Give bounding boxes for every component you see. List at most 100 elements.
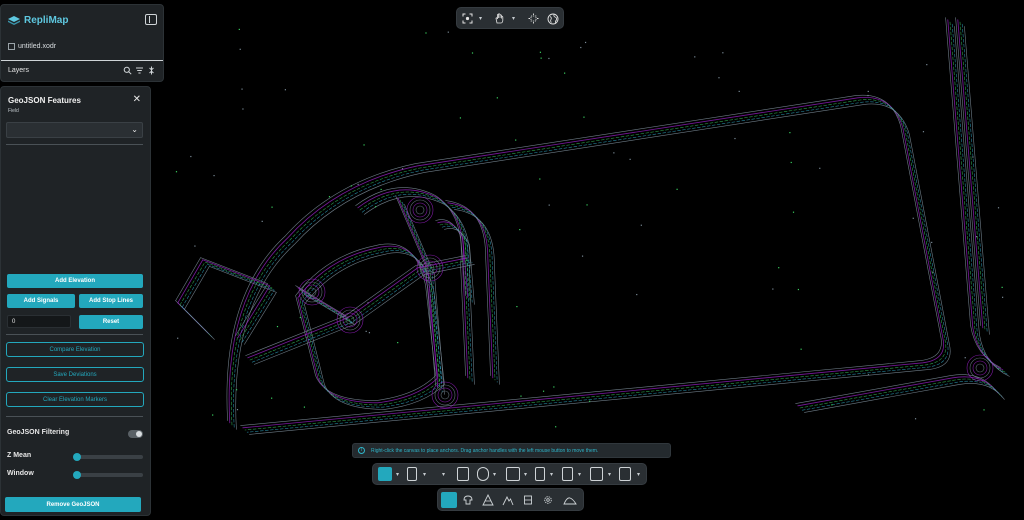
globe-icon[interactable] — [547, 13, 559, 25]
file-name: untitled.xodr — [18, 43, 57, 50]
road-group — [955, 17, 981, 326]
collapse-all-icon[interactable] — [147, 66, 156, 75]
road-lane-line — [357, 189, 469, 379]
chevron-down-icon[interactable]: ▾ — [396, 471, 399, 478]
road-lane-line — [233, 101, 949, 433]
collapse-sidebar-icon[interactable] — [145, 14, 157, 25]
road-lane-line — [235, 103, 951, 435]
road-group — [357, 189, 469, 379]
point-marker — [496, 97, 498, 99]
road-mark-icon[interactable] — [619, 467, 631, 481]
compare-elevation-button[interactable]: Compare Elevation — [6, 342, 144, 357]
info-banner-text: Right-click the canvas to place anchors.… — [371, 447, 599, 454]
point-marker — [539, 178, 541, 180]
point-marker — [629, 158, 631, 160]
pan-hand-icon[interactable] — [494, 13, 505, 24]
chevron-down-icon[interactable]: ▾ — [479, 15, 482, 22]
brand: RepliMap — [8, 15, 68, 26]
save-deviations-button[interactable]: Save Deviations — [6, 367, 144, 382]
geojson-filtering-toggle[interactable] — [128, 430, 143, 438]
add-elevation-button[interactable]: Add Elevation — [7, 274, 143, 288]
field-select[interactable]: ⌄ — [6, 122, 143, 138]
add-stop-lines-button[interactable]: Add Stop Lines — [79, 294, 143, 308]
junction-marker — [412, 202, 428, 218]
point-marker — [539, 51, 542, 53]
clear-elevation-markers-button[interactable]: Clear Elevation Markers — [6, 392, 144, 407]
z-mean-slider[interactable] — [73, 453, 143, 461]
focus-icon[interactable] — [462, 13, 473, 24]
road-group — [961, 23, 988, 333]
point-marker — [459, 117, 462, 119]
replimap-logo-icon — [8, 15, 20, 25]
point-marker — [867, 374, 870, 376]
reset-button[interactable]: Reset — [79, 315, 143, 329]
road-lane-line — [184, 309, 215, 340]
road-lane-line — [247, 317, 349, 359]
divider — [6, 416, 143, 417]
window-slider[interactable] — [73, 471, 143, 479]
point-marker — [239, 48, 241, 50]
offset-input[interactable]: 0 — [7, 315, 71, 328]
fit-extent-icon[interactable] — [528, 13, 539, 24]
road-lane-line — [297, 257, 469, 319]
window-slider-thumb[interactable] — [73, 471, 81, 479]
lane-width-icon[interactable] — [506, 467, 520, 481]
road-group — [245, 315, 346, 356]
road-mode-icon[interactable] — [441, 492, 457, 508]
road-group — [235, 103, 951, 435]
point-marker — [368, 332, 371, 334]
view-toolbar: ▾ ▾ — [456, 7, 564, 29]
chevron-down-icon[interactable]: ▾ — [578, 471, 581, 478]
lane-offset-icon[interactable] — [590, 467, 603, 481]
chevron-down-icon[interactable]: ▾ — [493, 471, 496, 478]
road-lane-line — [454, 209, 500, 385]
file-row[interactable]: untitled.xodr — [8, 43, 56, 50]
geojson-features-panel: GeoJSON Features ✕ Field ⌄ Add Elevation… — [0, 86, 151, 516]
chevron-down-icon[interactable]: ▾ — [637, 471, 640, 478]
point-marker — [271, 397, 273, 399]
filter-icon[interactable] — [135, 66, 144, 75]
chevron-down-icon[interactable]: ▾ — [524, 471, 527, 478]
road-lane-line — [355, 187, 466, 376]
chevron-down-icon[interactable]: ▾ — [512, 15, 515, 22]
road-lane-line — [231, 99, 947, 431]
road-group — [181, 263, 275, 343]
lane-edit-icon[interactable] — [477, 467, 489, 481]
field-label: Field — [8, 108, 19, 114]
connection-icon[interactable] — [562, 467, 573, 481]
z-mean-slider-thumb[interactable] — [73, 453, 81, 461]
road-split-icon[interactable] — [457, 467, 469, 481]
point-marker — [447, 31, 449, 33]
search-icon[interactable] — [123, 66, 132, 75]
app-name: RepliMap — [24, 15, 69, 26]
signal-mode-icon[interactable] — [522, 494, 534, 506]
chevron-down-icon[interactable]: ▾ — [423, 471, 426, 478]
road-lane-line — [304, 264, 475, 325]
elevation-mode-icon[interactable] — [502, 494, 514, 506]
close-icon[interactable]: ✕ — [133, 94, 141, 105]
remove-geojson-button[interactable]: Remove GeoJSON — [5, 497, 141, 512]
file-icon — [8, 43, 15, 50]
road-tool-icon[interactable] — [378, 467, 392, 481]
point-marker — [241, 88, 243, 90]
road-lane-line — [181, 263, 275, 343]
terrain-mode-icon[interactable] — [563, 494, 577, 506]
point-marker — [738, 90, 740, 93]
chevron-down-icon[interactable]: ▾ — [608, 471, 611, 478]
object-mode-icon[interactable] — [462, 494, 474, 506]
settings-mode-icon[interactable] — [542, 494, 554, 506]
junction-marker — [440, 390, 450, 400]
road-group — [247, 317, 349, 359]
panel-title: GeoJSON Features — [8, 96, 81, 105]
road-group — [184, 266, 277, 345]
lane-tool-icon[interactable] — [407, 467, 417, 481]
junction-icon[interactable] — [535, 467, 545, 481]
road-group — [355, 187, 466, 376]
chevron-down-icon[interactable]: ▾ — [550, 471, 553, 478]
junction-marker — [304, 284, 320, 300]
chevron-down-icon[interactable]: ▾ — [442, 471, 445, 478]
point-marker — [636, 293, 638, 296]
road-lane-line — [804, 383, 1005, 413]
add-signals-button[interactable]: Add Signals — [7, 294, 75, 308]
triangle-mode-icon[interactable] — [482, 494, 494, 506]
